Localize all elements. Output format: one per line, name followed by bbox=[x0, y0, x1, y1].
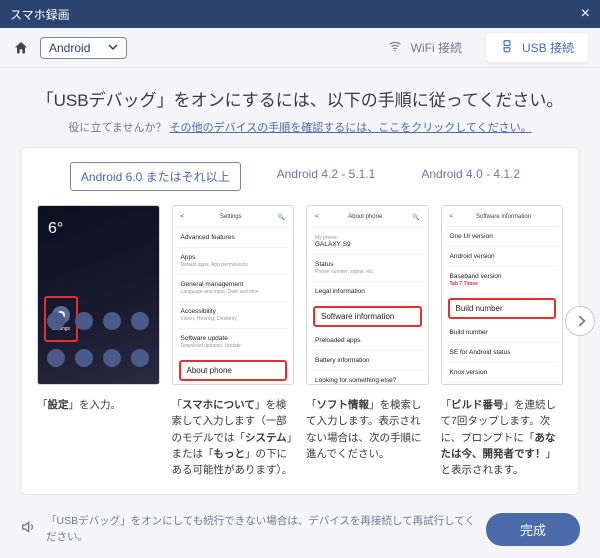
chevron-right-icon bbox=[574, 315, 585, 326]
step-3-caption: 「ソフト情報」を検索して入力します。表示されない場合は、次の手順に進んでください… bbox=[306, 397, 429, 462]
step-1-screenshot: 6° Settings bbox=[37, 205, 160, 385]
step-2-screenshot: <Settings🔍 Advanced features AppsDefault… bbox=[172, 205, 295, 385]
speaker-icon[interactable] bbox=[20, 519, 36, 540]
help-link[interactable]: その他のデバイスの手順を確認するには、ここをクリックしてください。 bbox=[170, 122, 532, 134]
toolbar: Android WiFi 接続 USB 接続 bbox=[0, 28, 600, 68]
usb-label: USB 接続 bbox=[522, 39, 574, 56]
device-dropdown-label: Android bbox=[49, 41, 90, 55]
done-button[interactable]: 完成 bbox=[486, 513, 580, 546]
tab-android-4-2[interactable]: Android 4.2 - 5.1.1 bbox=[267, 162, 386, 191]
wifi-label: WiFi 接続 bbox=[411, 39, 462, 56]
tab-android-4-0[interactable]: Android 4.0 - 4.1.2 bbox=[411, 162, 530, 191]
wifi-connect-button[interactable]: WiFi 接続 bbox=[373, 33, 476, 62]
steps-row: 6° Settings 「設定」を入力。 <Settings🔍 bbox=[37, 205, 563, 478]
step-2-caption: 「スマホについて」を検索して入力します（一部のモデルでは「システム」または「もっ… bbox=[172, 397, 295, 478]
step-1-caption: 「設定」を入力。 bbox=[37, 397, 160, 413]
help-line: 役に立てませんか？ その他のデバイスの手順を確認するには、ここをクリックしてくだ… bbox=[20, 119, 580, 135]
footer-note: 「USBデバッグ」をオンにしても続行できない場合は、デバイスを再接続して再試行し… bbox=[46, 514, 476, 546]
wifi-icon bbox=[387, 39, 403, 56]
step-4-caption: 「ビルド番号」を連続して7回タップします。次に、プロンプトに「あなたは今、開発者… bbox=[441, 397, 564, 478]
step-4: <Software information One UI version And… bbox=[441, 205, 564, 478]
step-1: 6° Settings 「設定」を入力。 bbox=[37, 205, 160, 478]
main-content: 「USBデバッグ」をオンにするには、以下の手順に従ってください。 役に立てません… bbox=[0, 68, 600, 503]
titlebar: スマホ録画 × bbox=[0, 0, 600, 28]
usb-icon bbox=[500, 39, 514, 56]
chevron-down-icon bbox=[108, 41, 118, 55]
version-tabs: Android 6.0 またはそれ以上 Android 4.2 - 5.1.1 … bbox=[37, 162, 563, 191]
home-icon[interactable] bbox=[12, 40, 30, 56]
page-title: 「USBデバッグ」をオンにするには、以下の手順に従ってください。 bbox=[20, 86, 580, 111]
close-icon[interactable]: × bbox=[581, 5, 590, 23]
window-title: スマホ録画 bbox=[10, 6, 70, 23]
next-step-button[interactable] bbox=[565, 306, 595, 336]
step-4-screenshot: <Software information One UI version And… bbox=[441, 205, 564, 385]
step-2: <Settings🔍 Advanced features AppsDefault… bbox=[172, 205, 295, 478]
help-prefix: 役に立てませんか？ bbox=[68, 122, 166, 134]
step-3-screenshot: <About phone🔍 My phoneGALAXY S9 StatusPh… bbox=[306, 205, 429, 385]
tab-android-6[interactable]: Android 6.0 またはそれ以上 bbox=[70, 162, 241, 191]
instructions-card: Android 6.0 またはそれ以上 Android 4.2 - 5.1.1 … bbox=[20, 147, 580, 495]
usb-connect-button[interactable]: USB 接続 bbox=[486, 33, 588, 62]
footer: 「USBデバッグ」をオンにしても続行できない場合は、デバイスを再接続して再試行し… bbox=[0, 503, 600, 558]
step-3: <About phone🔍 My phoneGALAXY S9 StatusPh… bbox=[306, 205, 429, 478]
device-dropdown[interactable]: Android bbox=[40, 37, 127, 59]
